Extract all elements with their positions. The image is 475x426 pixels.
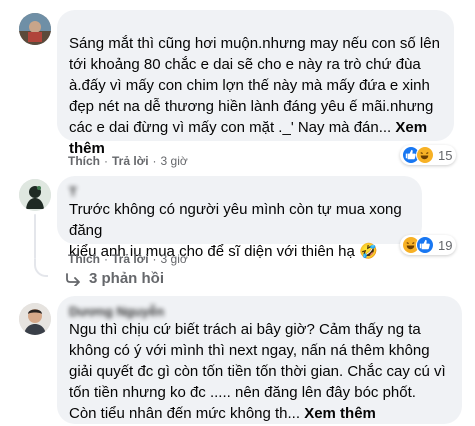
avatar[interactable] — [19, 303, 51, 335]
reply-button[interactable]: Trả lời — [112, 252, 149, 266]
comment-author[interactable]: T — [69, 184, 410, 199]
comment-bubble: Sáng mắt thì cũng hơi muộn.nhưng may nếu… — [57, 10, 454, 157]
comment-actions: Thích · Trả lời · 3 giờ — [68, 154, 188, 168]
see-more-link[interactable]: Xem — [395, 119, 427, 136]
timestamp[interactable]: 3 giờ — [161, 252, 188, 266]
reply-arrow-icon — [66, 272, 80, 286]
like-icon — [416, 236, 434, 254]
profile-photo-icon — [19, 303, 51, 335]
like-button[interactable]: Thích — [68, 252, 100, 266]
comment-text: Sáng mắt thì cũng hơi muộn.nhưng may nếu… — [69, 35, 440, 157]
reaction-count: 15 — [438, 147, 453, 163]
reaction-summary[interactable]: 19 — [400, 235, 457, 255]
thread-line — [34, 214, 36, 259]
avatar[interactable] — [19, 13, 51, 45]
timestamp[interactable]: 3 giờ — [161, 154, 188, 168]
comment-bubble: T Trước không có người yêu mình còn tự m… — [57, 176, 422, 260]
comment-bubble: Dương Nguyễn Ngu thì chịu cứ biết trách … — [57, 296, 462, 424]
like-button[interactable]: Thích — [68, 154, 100, 168]
reaction-count: 19 — [438, 237, 453, 253]
avatar[interactable] — [19, 179, 51, 211]
comment-author[interactable]: Dương Nguyễn — [69, 304, 450, 319]
reply-button[interactable]: Trả lời — [112, 154, 149, 168]
comment-author[interactable] — [69, 18, 442, 33]
reaction-summary[interactable]: 15 — [400, 145, 457, 165]
view-replies-link[interactable]: 3 phản hồi — [65, 270, 164, 287]
profile-photo-icon — [19, 179, 51, 211]
see-more-link[interactable]: Xem thêm — [304, 405, 376, 422]
comment-text: Ngu thì chịu cứ biết trách ai bây giờ? C… — [69, 321, 446, 422]
haha-icon — [416, 146, 434, 164]
comment-actions: Thích · Trả lời · 3 giờ — [68, 252, 188, 266]
profile-photo-icon — [19, 13, 51, 45]
thread-connector — [34, 259, 48, 277]
